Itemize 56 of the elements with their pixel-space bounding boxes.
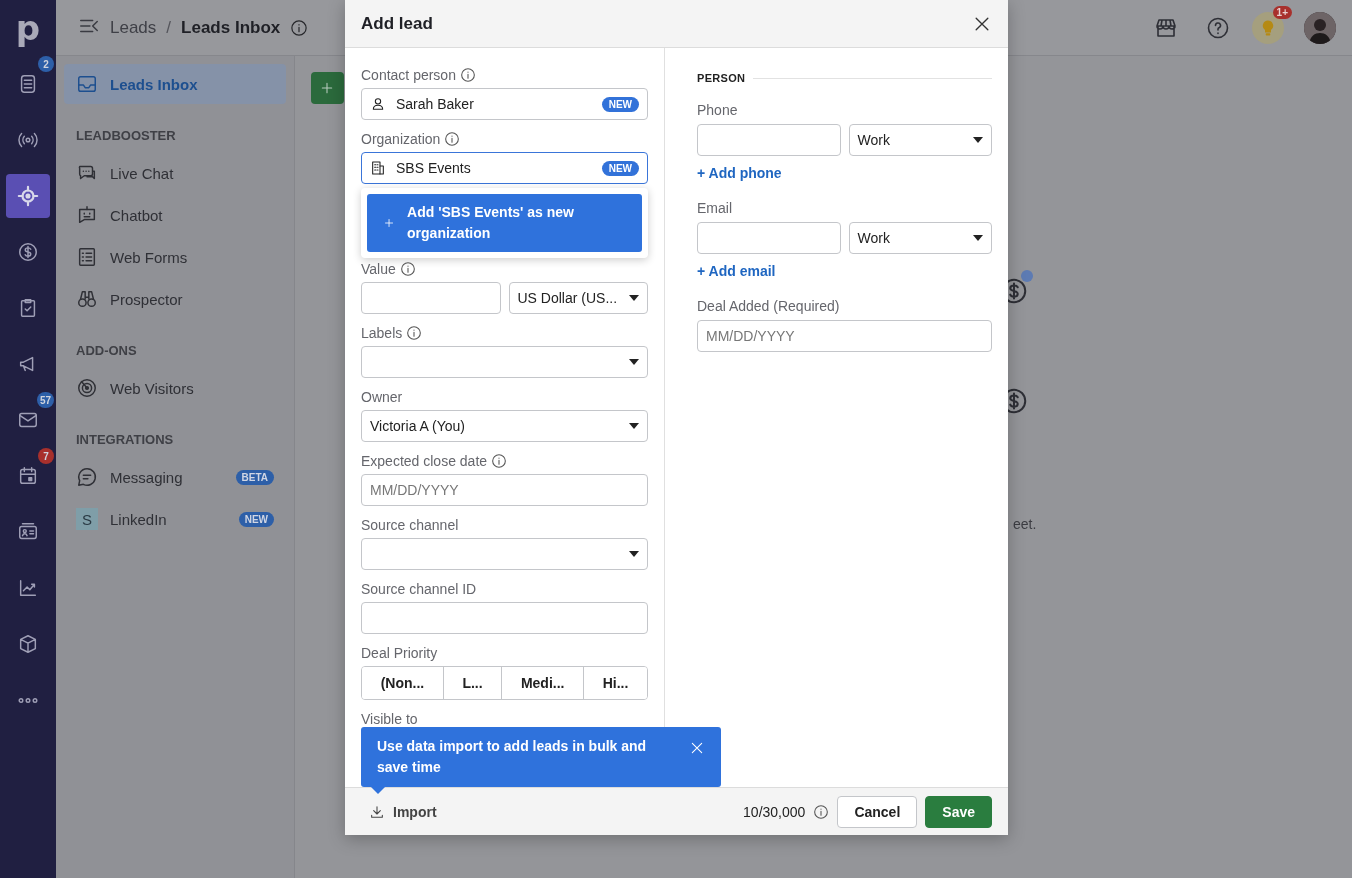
field-label: Expected close date	[361, 453, 488, 469]
status-badge: NEW	[238, 511, 274, 527]
count-badge: 2	[38, 56, 54, 72]
sidebar-item[interactable]: Web Forms	[64, 237, 286, 277]
field-label: Contact person	[361, 67, 456, 83]
sidebar-item[interactable]: Web Visitors	[64, 368, 286, 408]
breadcrumb-item: Leads Inbox	[181, 17, 281, 38]
sidebar-item[interactable]: S LinkedIn NEW	[64, 499, 286, 539]
linkedin-icon: S	[76, 508, 98, 530]
entity-field[interactable]: SBS Events NEW	[361, 152, 648, 184]
dropdown-field[interactable]: Work	[848, 222, 992, 254]
breadcrumb-separator: /	[166, 17, 172, 38]
empty-state-text: eet.	[1013, 516, 1038, 532]
cancel-button[interactable]: Cancel	[837, 795, 918, 828]
entity-field[interactable]: Sarah Baker NEW	[361, 88, 648, 120]
tooltip-text: Use data import to add leads in bulk and save time	[377, 737, 648, 777]
add-link[interactable]: + Add email	[697, 263, 776, 279]
field-label: Email	[697, 200, 732, 216]
field-label: Phone	[697, 102, 738, 118]
section-heading: LEADBOOSTER	[75, 128, 177, 143]
count-badge: 57	[36, 392, 54, 408]
dropdown-field[interactable]: US Dollar (US...	[508, 282, 648, 314]
save-button[interactable]: Save	[925, 795, 992, 828]
field-label: Value	[361, 261, 396, 277]
dropdown-field[interactable]: Work	[848, 124, 992, 156]
field-label: Owner	[361, 389, 403, 405]
dialog-title: Add lead	[361, 13, 433, 34]
section-heading: ADD-ONS	[75, 343, 138, 358]
field-label: Deal Added (Required)	[697, 298, 840, 314]
dropdown-field[interactable]: Victoria A (You)	[361, 410, 648, 442]
section-heading: PERSON	[697, 72, 746, 84]
sidebar-item[interactable]: Messaging BETA	[64, 457, 286, 497]
field-label: Source channel	[361, 517, 459, 533]
field-label: Source channel ID	[361, 581, 477, 597]
sidebar-item[interactable]: Live Chat	[64, 153, 286, 193]
field-label: Visible to	[361, 711, 418, 727]
add-organization-option[interactable]: Add 'SBS Events' as new organization	[367, 194, 642, 252]
new-badge: NEW	[601, 96, 639, 112]
app-logo[interactable]: p	[15, 0, 41, 56]
sidebar-item[interactable]: Prospector	[64, 279, 286, 319]
field-label: Organization	[361, 131, 441, 147]
field-label: Labels	[361, 325, 403, 341]
status-badge: BETA	[235, 469, 274, 485]
add-link[interactable]: + Add phone	[697, 165, 782, 181]
notification-badge: 1+	[1272, 5, 1292, 19]
import-button[interactable]: Import	[361, 803, 445, 820]
new-badge: NEW	[601, 160, 639, 176]
field-label: Deal Priority	[361, 645, 438, 661]
breadcrumb-item[interactable]: Leads	[110, 17, 157, 38]
input-field[interactable]: MM/DD/YYYY	[697, 320, 992, 352]
section-heading: INTEGRATIONS	[75, 432, 175, 447]
priority-option[interactable]: (Non...	[362, 667, 444, 699]
lead-counter: 10/30,000	[743, 803, 806, 820]
sidebar-item[interactable]: Chatbot	[64, 195, 286, 235]
input-field[interactable]: MM/DD/YYYY	[361, 474, 648, 506]
count-badge: 7	[38, 448, 54, 464]
